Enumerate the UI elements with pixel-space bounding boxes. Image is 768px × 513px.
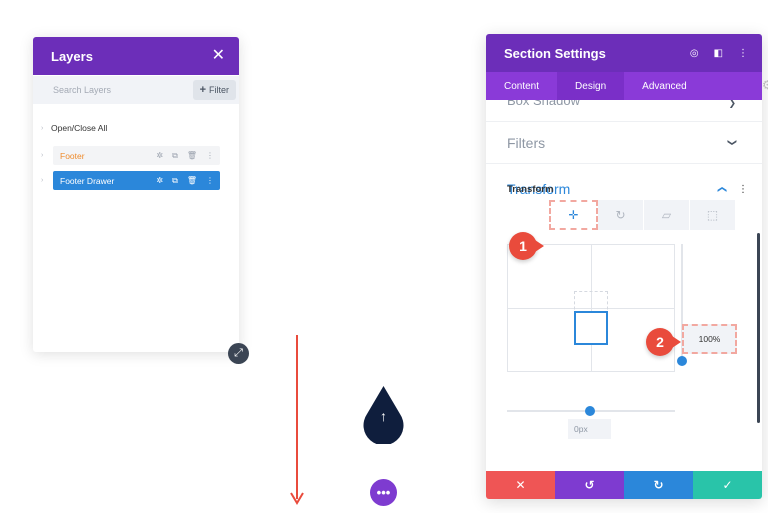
layer-item-footer[interactable]: Footer ✲ ⧉ 🗑︎ ⋮ (53, 146, 220, 165)
target-icon[interactable]: ◎ (690, 48, 699, 59)
layers-search-bar: + Filter (33, 76, 239, 104)
callout-pointer (532, 238, 544, 254)
close-icon[interactable]: ✕ (212, 48, 225, 64)
layer-item-label: Footer (60, 150, 85, 161)
translate-x-slider-handle[interactable] (585, 406, 595, 416)
tab-advanced[interactable]: Advanced (624, 72, 704, 100)
group-box-shadow[interactable]: Box Shadow ❯ (486, 100, 762, 122)
settings-title: Section Settings (504, 45, 606, 61)
tab-content[interactable]: Content (486, 72, 557, 100)
arrow-up-icon: ↑ (380, 408, 387, 424)
layer-row-footer-drawer[interactable]: › Footer Drawer ✲ ⧉ 🗑︎ ⋮ (41, 171, 220, 190)
skew-icon[interactable]: ▱ (644, 200, 690, 230)
settings-footer: ✕ ↺ ↻ ✓ (486, 471, 762, 499)
search-input[interactable] (53, 85, 173, 95)
chevron-down-icon[interactable]: ❯ (728, 100, 736, 109)
caret-right-icon[interactable]: › (41, 152, 53, 159)
gear-icon[interactable]: ✲ (156, 151, 163, 161)
filter-button[interactable]: + Filter (192, 80, 236, 100)
sidebar-icon[interactable]: ◧ (714, 48, 723, 59)
scroll-up-button[interactable]: ↑ (360, 384, 407, 446)
cancel-button[interactable]: ✕ (486, 471, 555, 499)
transform-type-tabs: ✛ ↻ ▱ ⬚ (549, 200, 736, 230)
filter-button-label: Filter (209, 85, 229, 95)
callout-badge-1: 1 (509, 232, 544, 260)
layer-item-footer-drawer[interactable]: Footer Drawer ✲ ⧉ 🗑︎ ⋮ (53, 171, 220, 190)
more-icon[interactable]: ⋮ (206, 176, 214, 186)
plus-icon: + (199, 84, 206, 96)
layer-item-label: Footer Drawer (60, 175, 115, 186)
group-filters[interactable]: Filters ❯ (486, 122, 762, 164)
undo-button[interactable]: ↺ (555, 471, 624, 499)
open-close-all[interactable]: › Open/Close All (41, 123, 239, 133)
layer-item-actions: ✲ ⧉ 🗑︎ ⋮ (156, 151, 214, 161)
open-close-all-label: Open/Close All (51, 123, 108, 133)
layer-row-footer[interactable]: › Footer ✲ ⧉ 🗑︎ ⋮ (41, 146, 220, 165)
chevron-down-icon[interactable]: ❯ (727, 139, 738, 147)
layer-item-actions: ✲ ⧉ 🗑︎ ⋮ (156, 176, 214, 186)
transform-sublabel: Transform (507, 184, 554, 195)
layers-panel: Layers ✕ + Filter › Open/Close All › Foo… (33, 37, 239, 352)
caret-right-icon[interactable]: › (41, 177, 53, 184)
trash-icon[interactable]: 🗑︎ (187, 151, 197, 161)
group-title: Box Shadow (507, 100, 580, 108)
rotate-icon[interactable]: ↻ (598, 200, 644, 230)
settings-header-actions: ◎ ◧ ⋮ (690, 48, 748, 59)
partial-edge-icon: ⚙ (762, 78, 768, 92)
duplicate-icon[interactable]: ⧉ (172, 176, 178, 186)
more-icon[interactable]: ⋮ (738, 48, 748, 59)
layers-panel-title: Layers (51, 48, 93, 64)
origin-icon[interactable]: ⬚ (690, 200, 736, 230)
translate-y-slider-handle[interactable] (677, 356, 687, 366)
translate-x-value-field[interactable]: 0px (568, 419, 611, 439)
gear-icon[interactable]: ✲ (156, 176, 163, 186)
layers-panel-header[interactable]: Layers ✕ (33, 37, 239, 75)
settings-tabs: Content Design Advanced (486, 72, 762, 100)
down-arrow-annotation (290, 335, 304, 505)
settings-header[interactable]: Section Settings ◎ ◧ ⋮ (486, 34, 762, 72)
translate-icon[interactable]: ✛ (549, 200, 598, 230)
more-icon[interactable]: ⋮ (738, 184, 748, 195)
caret-right-icon: › (41, 124, 44, 132)
save-button[interactable]: ✓ (693, 471, 762, 499)
redo-button[interactable]: ↻ (624, 471, 693, 499)
chevron-up-icon[interactable]: ❯ (717, 185, 728, 193)
group-title: Filters (507, 134, 546, 151)
section-settings-modal: Section Settings ◎ ◧ ⋮ Content Design Ad… (486, 34, 762, 499)
duplicate-icon[interactable]: ⧉ (172, 151, 178, 161)
more-options-button[interactable]: ••• (370, 479, 397, 506)
resize-handle-icon[interactable]: ⤢ (228, 343, 249, 364)
transform-group-actions: ❯ ⋮ (717, 184, 748, 195)
tab-design[interactable]: Design (557, 72, 625, 100)
settings-scrollbar[interactable] (757, 233, 760, 423)
callout-pointer (669, 334, 681, 350)
trash-icon[interactable]: 🗑︎ (187, 176, 197, 186)
translate-y-value-field[interactable]: 100% (682, 324, 737, 354)
more-icon[interactable]: ⋮ (206, 151, 214, 161)
translated-box-preview[interactable] (574, 311, 608, 345)
callout-badge-2: 2 (646, 328, 681, 356)
